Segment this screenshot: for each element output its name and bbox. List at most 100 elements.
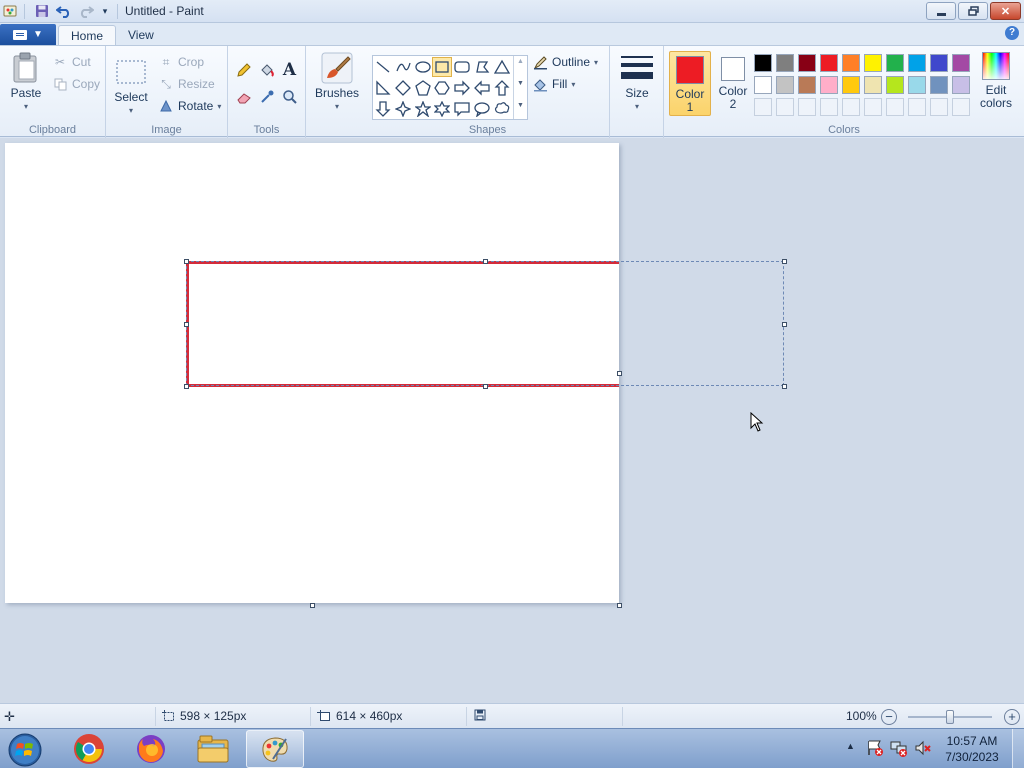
resize-handle[interactable] [184, 322, 189, 327]
network-icon[interactable] [890, 739, 908, 760]
right-arrow-shape-icon[interactable] [452, 78, 472, 98]
palette-swatch[interactable] [798, 76, 816, 94]
palette-swatch[interactable] [842, 54, 860, 72]
fill-bucket-icon[interactable] [256, 59, 277, 80]
canvas-resize-handle[interactable] [617, 371, 622, 376]
select-button[interactable]: Select ▾ [114, 56, 148, 115]
zoom-out-button[interactable]: − [881, 709, 897, 725]
resize-button[interactable]: ⤡ Resize [158, 76, 215, 92]
taskbar-file-explorer[interactable] [184, 730, 242, 768]
palette-swatch[interactable] [952, 54, 970, 72]
paint-menu-button[interactable]: ▼ [0, 24, 56, 45]
custom-color-slot[interactable] [798, 98, 816, 116]
palette-swatch[interactable] [908, 54, 926, 72]
five-point-star-shape-icon[interactable] [413, 99, 433, 119]
palette-swatch[interactable] [776, 76, 794, 94]
oval-callout-shape-icon[interactable] [472, 99, 492, 119]
crop-button[interactable]: ⌗ Crop [158, 54, 204, 70]
right-triangle-shape-icon[interactable] [373, 78, 393, 98]
resize-handle[interactable] [184, 259, 189, 264]
undo-icon[interactable] [56, 3, 72, 19]
diamond-shape-icon[interactable] [393, 78, 413, 98]
curve-shape-icon[interactable] [393, 57, 413, 77]
rectangle-shape-icon[interactable] [432, 57, 452, 77]
paste-button[interactable]: Paste ▾ [8, 52, 44, 111]
zoom-in-button[interactable]: + [1004, 709, 1020, 725]
palette-swatch[interactable] [820, 54, 838, 72]
palette-swatch[interactable] [842, 76, 860, 94]
line-shape-icon[interactable] [373, 57, 393, 77]
palette-swatch[interactable] [820, 76, 838, 94]
shapes-scrollbar[interactable]: ▲ ▼ ▼ [513, 56, 527, 119]
taskbar-firefox[interactable] [122, 730, 180, 768]
resize-handle[interactable] [483, 259, 488, 264]
copy-button[interactable]: Copy [52, 76, 100, 92]
left-arrow-shape-icon[interactable] [472, 78, 492, 98]
color1-button[interactable]: Color 1 [669, 51, 711, 116]
system-clock[interactable]: 10:57 AM 7/30/2023 [936, 733, 1008, 765]
triangle-shape-icon[interactable] [492, 57, 512, 77]
canvas-resize-handle[interactable] [617, 603, 622, 608]
canvas-resize-handle[interactable] [310, 603, 315, 608]
shape-selection-box[interactable] [186, 261, 784, 386]
edit-colors-button[interactable]: Edit colors [974, 52, 1018, 117]
eraser-icon[interactable] [233, 86, 254, 107]
resize-handle[interactable] [782, 322, 787, 327]
magnifier-icon[interactable] [279, 86, 300, 107]
rounded-rectangle-shape-icon[interactable] [452, 57, 472, 77]
custom-color-slot[interactable] [820, 98, 838, 116]
customize-qat-icon[interactable]: ▾ [99, 3, 111, 19]
palette-swatch[interactable] [754, 54, 772, 72]
rect-callout-shape-icon[interactable] [452, 99, 472, 119]
palette-swatch[interactable] [864, 54, 882, 72]
palette-swatch[interactable] [754, 76, 772, 94]
close-button[interactable]: ✕ [990, 2, 1021, 20]
tab-view[interactable]: View [116, 25, 166, 46]
size-button[interactable]: Size ▾ [619, 52, 655, 111]
custom-color-slot[interactable] [908, 98, 926, 116]
start-button[interactable] [4, 731, 46, 768]
brushes-button[interactable]: Brushes ▾ [314, 52, 360, 111]
volume-muted-icon[interactable] [914, 739, 932, 760]
oval-shape-icon[interactable] [413, 57, 433, 77]
action-center-icon[interactable] [866, 739, 884, 760]
custom-color-slot[interactable] [952, 98, 970, 116]
palette-swatch[interactable] [930, 76, 948, 94]
tab-home[interactable]: Home [58, 25, 117, 46]
color2-button[interactable]: Color 2 [712, 51, 754, 116]
palette-swatch[interactable] [886, 76, 904, 94]
custom-color-slot[interactable] [776, 98, 794, 116]
resize-handle[interactable] [483, 384, 488, 389]
pentagon-shape-icon[interactable] [413, 78, 433, 98]
resize-handle[interactable] [782, 384, 787, 389]
palette-swatch[interactable] [864, 76, 882, 94]
down-arrow-shape-icon[interactable] [373, 99, 393, 119]
palette-swatch[interactable] [886, 54, 904, 72]
color-picker-icon[interactable] [256, 86, 277, 107]
palette-swatch[interactable] [952, 76, 970, 94]
cut-button[interactable]: ✂ Cut [52, 54, 91, 70]
custom-color-slot[interactable] [754, 98, 772, 116]
palette-swatch[interactable] [798, 54, 816, 72]
cloud-callout-shape-icon[interactable] [492, 99, 512, 119]
up-arrow-shape-icon[interactable] [492, 78, 512, 98]
resize-handle[interactable] [184, 384, 189, 389]
fill-button[interactable]: Fill ▾ [532, 76, 575, 92]
text-tool-icon[interactable]: A [279, 59, 300, 80]
outline-button[interactable]: Outline ▾ [532, 54, 598, 70]
redo-icon[interactable] [78, 3, 94, 19]
pencil-icon[interactable] [233, 59, 254, 80]
restore-button[interactable] [958, 2, 988, 20]
show-desktop-button[interactable] [1012, 729, 1024, 768]
polygon-shape-icon[interactable] [472, 57, 492, 77]
hexagon-shape-icon[interactable] [432, 78, 452, 98]
custom-color-slot[interactable] [886, 98, 904, 116]
canvas-workspace[interactable] [0, 138, 1024, 703]
four-point-star-shape-icon[interactable] [393, 99, 413, 119]
rotate-button[interactable]: Rotate ▾ [158, 98, 221, 114]
paint-app-icon[interactable] [2, 3, 18, 19]
resize-handle[interactable] [782, 259, 787, 264]
show-hidden-icons-button[interactable]: ▲ [846, 741, 855, 751]
custom-color-slot[interactable] [842, 98, 860, 116]
zoom-slider-thumb[interactable] [946, 710, 954, 724]
